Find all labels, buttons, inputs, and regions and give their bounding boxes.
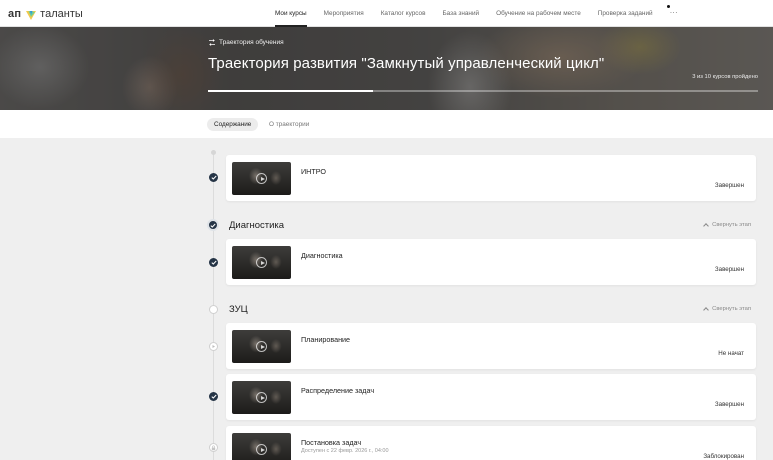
play-icon xyxy=(256,444,267,455)
nav-events[interactable]: Мероприятия xyxy=(324,0,364,27)
course-thumbnail xyxy=(232,381,291,414)
main-nav: Мои курсы Мероприятия Каталог курсов Баз… xyxy=(275,0,678,27)
collapse-stage-label: Свернуть этап xyxy=(712,306,751,312)
play-icon xyxy=(209,342,218,351)
hero-content: Траектория обучения Траектория развития … xyxy=(208,27,758,110)
course-status: Завершен xyxy=(714,266,744,273)
course-status: Заблокирован xyxy=(703,453,744,460)
nav-my-courses[interactable]: Мои курсы xyxy=(275,0,307,27)
tabs-bar: Содержание О траектории xyxy=(0,110,773,138)
timeline-start-dot xyxy=(211,150,216,155)
play-icon xyxy=(256,341,267,352)
course-thumbnail xyxy=(232,433,291,460)
course-card[interactable]: Распределение задач Завершен xyxy=(226,374,756,420)
play-icon xyxy=(256,173,267,184)
course-availability: Доступен с 22 февр. 2026 г., 04:00 xyxy=(301,448,389,454)
progress-text: 3 из 10 курсов пройдено xyxy=(692,74,758,80)
stage-title: Диагностика xyxy=(229,220,285,231)
check-icon xyxy=(209,258,218,267)
check-icon xyxy=(209,173,218,182)
notification-dot-icon[interactable] xyxy=(667,5,670,8)
collapse-stage-label: Свернуть этап xyxy=(712,222,751,228)
nav-knowledge-base[interactable]: База знаний xyxy=(442,0,479,27)
course-title: ИНТРО xyxy=(301,167,326,176)
check-icon xyxy=(207,219,219,231)
collapse-stage-button[interactable]: Свернуть этап xyxy=(703,306,751,313)
logo-prefix: ап xyxy=(8,8,22,20)
hero-tag-label: Траектория обучения xyxy=(219,39,284,46)
progress-bar xyxy=(208,90,758,92)
course-status: Не начат xyxy=(718,350,744,357)
progress-bar-fill xyxy=(208,90,373,92)
tab-about[interactable]: О траектории xyxy=(262,118,316,131)
course-status: Завершен xyxy=(714,401,744,408)
course-thumbnail xyxy=(232,330,291,363)
tab-contents[interactable]: Содержание xyxy=(207,118,259,131)
lock-icon xyxy=(209,443,218,452)
nav-task-review[interactable]: Проверка заданий xyxy=(598,0,653,27)
logo-mark-icon xyxy=(25,8,37,20)
play-icon xyxy=(256,257,267,268)
course-card[interactable]: Диагностика Завершен xyxy=(226,239,756,285)
chevron-up-icon xyxy=(703,223,710,229)
course-title: Постановка задач xyxy=(301,438,362,447)
logo[interactable]: ап таланты xyxy=(8,7,83,21)
course-title: Диагностика xyxy=(301,251,343,260)
nav-more-button[interactable]: ··· xyxy=(670,0,678,27)
course-title: Планирование xyxy=(301,335,351,344)
course-card[interactable]: ИНТРО Завершен xyxy=(226,155,756,201)
route-icon xyxy=(209,39,215,46)
page-title: Траектория развития "Замкнутый управленч… xyxy=(208,55,605,72)
check-icon xyxy=(209,392,218,401)
top-bar: ап таланты Мои курсы Мероприятия Каталог… xyxy=(0,0,773,27)
course-thumbnail xyxy=(232,162,291,195)
course-title: Распределение задач xyxy=(301,386,375,395)
course-status: Завершен xyxy=(714,182,744,189)
hero-banner: Траектория обучения Траектория развития … xyxy=(0,27,773,110)
hero-tag: Траектория обучения xyxy=(208,39,284,46)
course-card[interactable]: Постановка задач Доступен с 22 февр. 202… xyxy=(226,426,756,460)
play-icon xyxy=(256,392,267,403)
nav-catalog[interactable]: Каталог курсов xyxy=(381,0,426,27)
collapse-stage-button[interactable]: Свернуть этап xyxy=(703,222,751,229)
stage-title: ЗУЦ xyxy=(229,304,248,315)
chevron-up-icon xyxy=(703,307,710,313)
logo-name: таланты xyxy=(40,8,83,20)
course-thumbnail xyxy=(232,246,291,279)
course-card[interactable]: Планирование Не начат xyxy=(226,323,756,369)
nav-on-the-job[interactable]: Обучение на рабочем месте xyxy=(496,0,581,27)
stage-node xyxy=(209,305,218,314)
